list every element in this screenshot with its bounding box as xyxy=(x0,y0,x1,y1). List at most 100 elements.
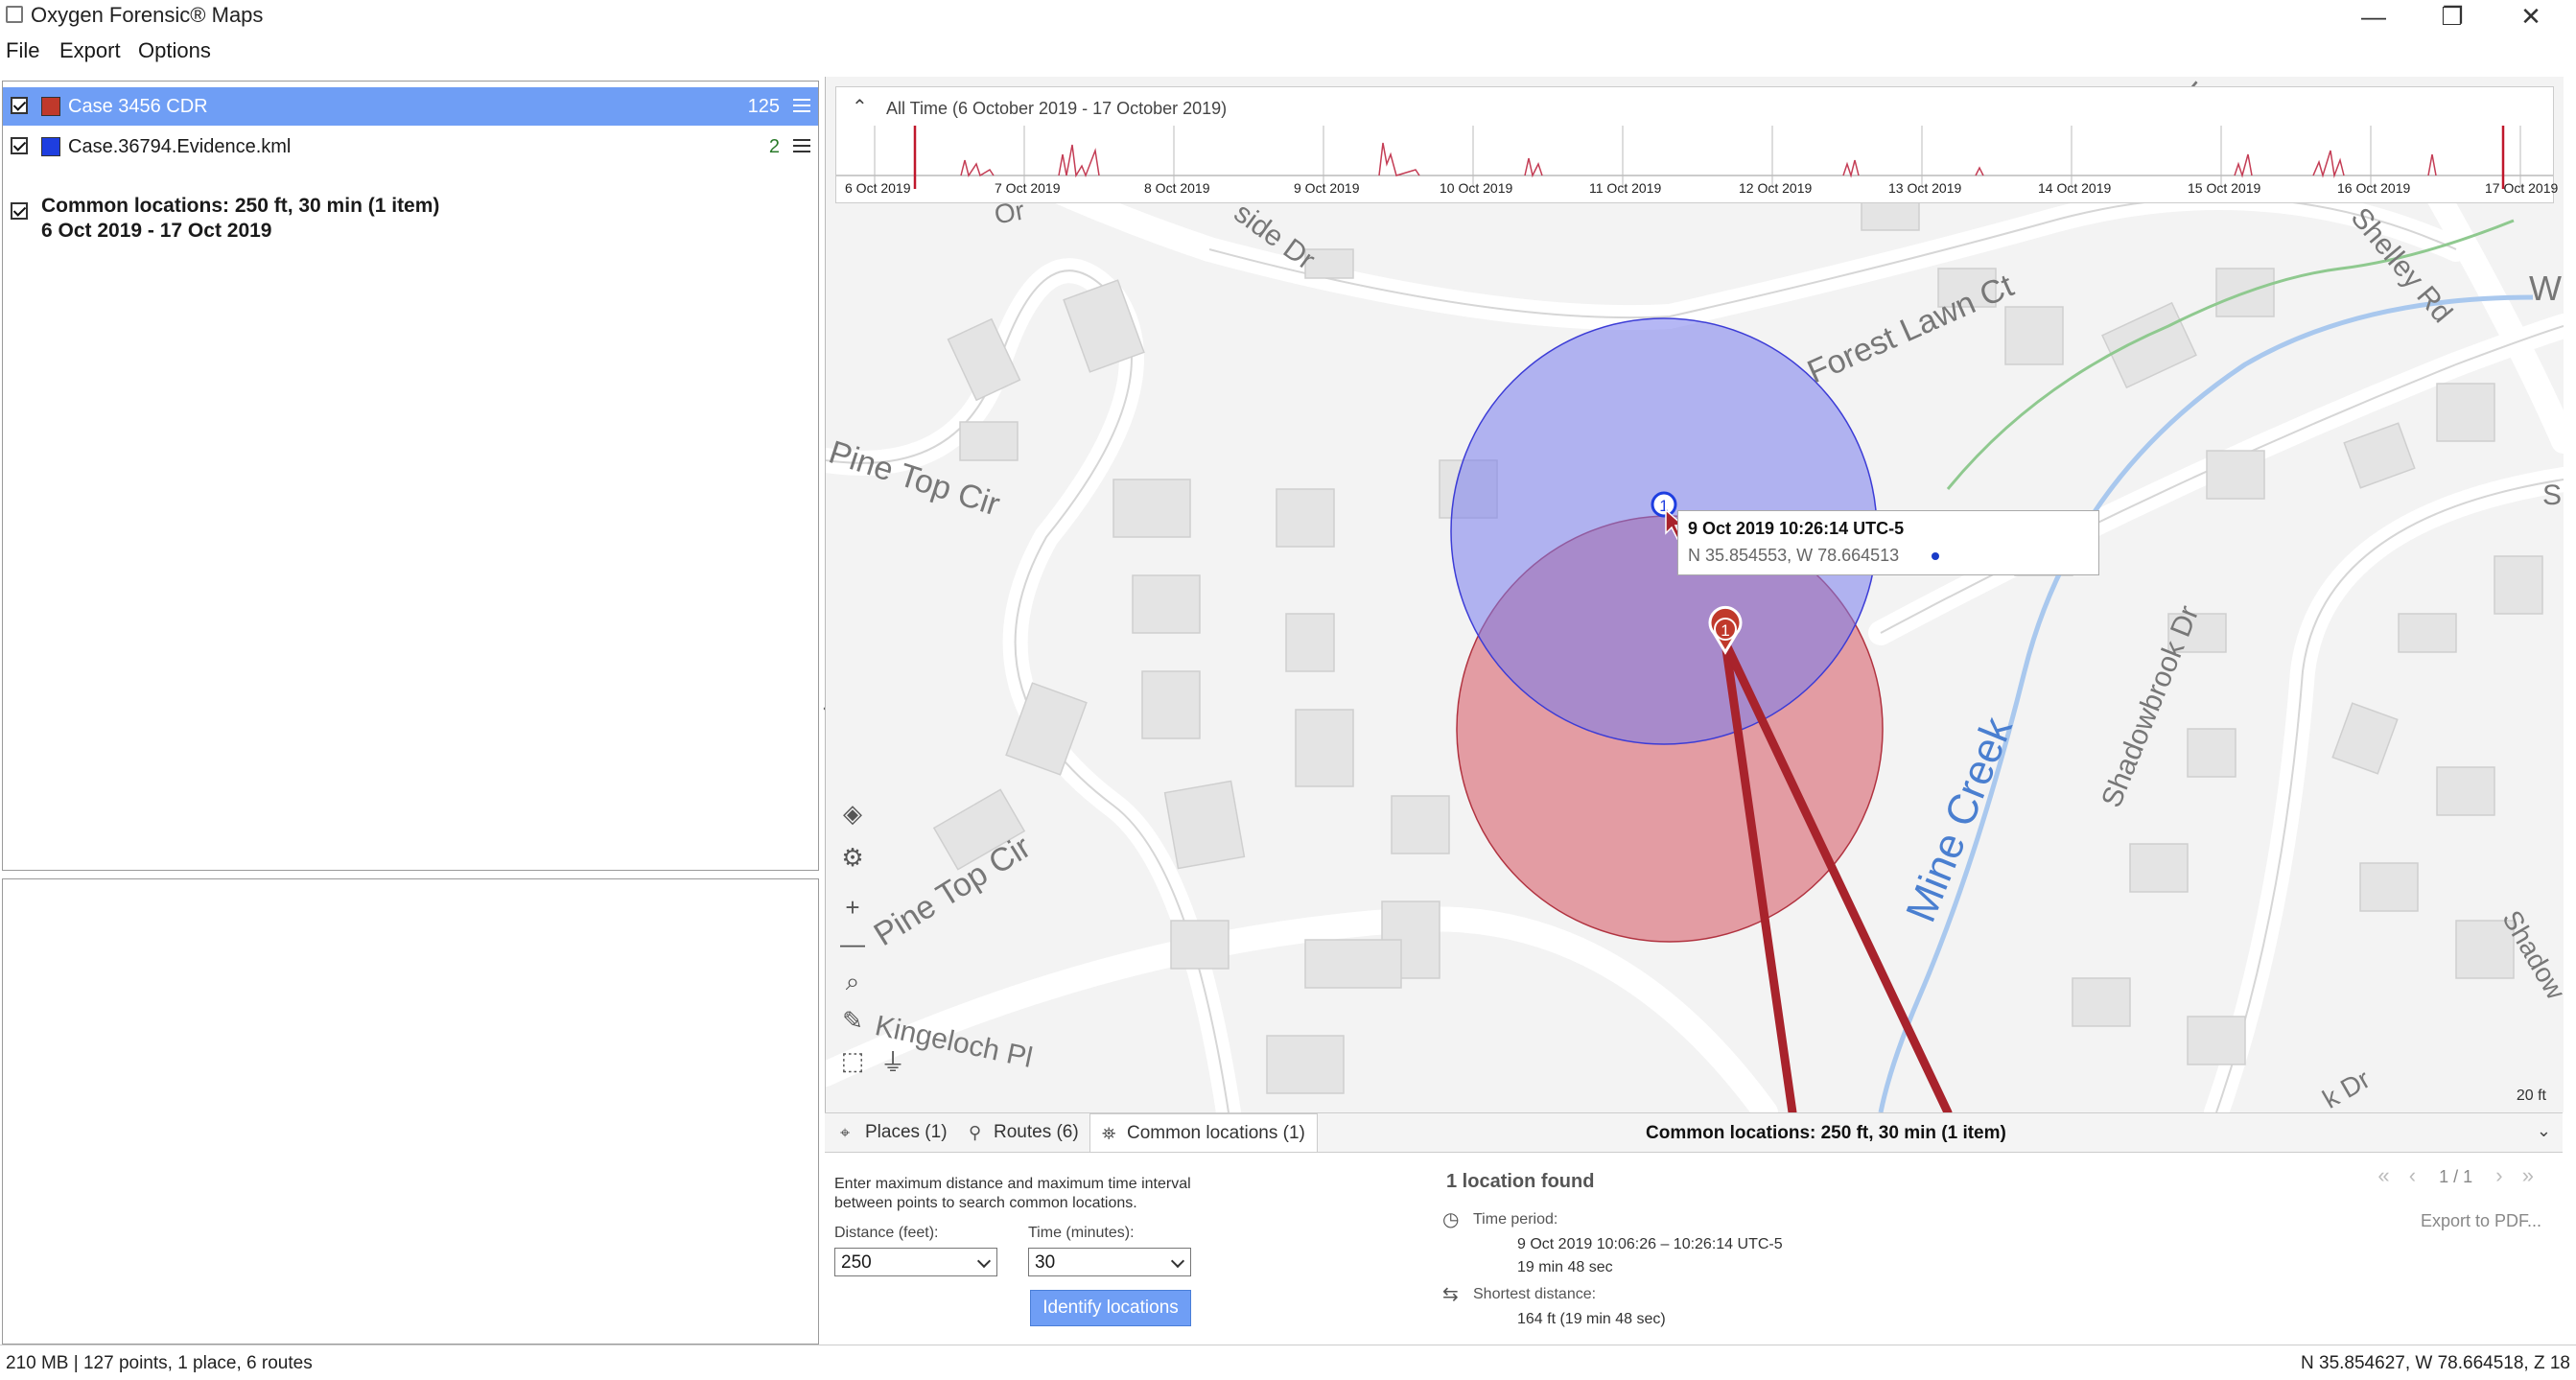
layer-name: Case.36794.Evidence.kml xyxy=(68,136,292,157)
layer-name: Case 3456 CDR xyxy=(68,96,208,117)
timeline-histogram[interactable] xyxy=(836,126,2553,189)
location-tooltip: 9 Oct 2019 10:26:14 UTC-5 N 35.854553, W… xyxy=(1677,510,2099,575)
cursor-coordinates: N 35.854627, W 78.664518, Z 18 xyxy=(2301,1353,2570,1373)
left-pane: Case 3456 CDR 125 Case.36794.Evidence.km… xyxy=(0,77,819,1345)
route-icon: ⚲ xyxy=(969,1123,982,1142)
layer-color-swatch xyxy=(41,97,60,116)
clock-icon: ◷ xyxy=(1442,1209,1460,1230)
distance-value: 250 xyxy=(841,1252,872,1273)
title-bar: Oxygen Forensic® Maps — ❐ ✕ xyxy=(0,0,2576,33)
shortest-distance-label: Shortest distance: xyxy=(1473,1286,1597,1302)
details-pane xyxy=(2,878,819,1345)
timeline-tick: 6 Oct 2019 xyxy=(845,180,911,196)
tooltip-time: 9 Oct 2019 10:26:14 UTC-5 xyxy=(1688,519,1905,538)
ruler-icon[interactable]: ✎ xyxy=(835,1005,870,1036)
tab-common-locations[interactable]: ⛯ Common locations (1) xyxy=(1089,1113,1318,1152)
status-summary: 210 MB | 127 points, 1 place, 6 routes xyxy=(6,1353,313,1373)
layers-icon[interactable]: ◈ xyxy=(835,798,870,829)
minimize-button[interactable]: — xyxy=(2334,0,2413,33)
tooltip-coords: N 35.854553, W 78.664513 xyxy=(1688,546,1900,565)
time-label: Time (minutes): xyxy=(1028,1225,1135,1241)
status-bar: 210 MB | 127 points, 1 place, 6 routes N… xyxy=(0,1345,2576,1380)
list-icon[interactable] xyxy=(793,97,810,114)
map-canvas: 1 1 xyxy=(826,93,2564,1112)
marker-label: 1 xyxy=(1721,621,1729,640)
common-locations-date-range: 6 Oct 2019 - 17 Oct 2019 xyxy=(41,220,272,242)
layer-color-swatch xyxy=(41,137,60,156)
window-title: Oxygen Forensic® Maps xyxy=(31,3,264,27)
timeline-tick: 10 Oct 2019 xyxy=(1440,180,1513,196)
locations-found: 1 location found xyxy=(1446,1171,1595,1192)
next-page-icon[interactable]: › xyxy=(2495,1163,2502,1187)
collapse-timeline-icon[interactable]: ⌃ xyxy=(852,95,868,119)
map-marker-blue[interactable]: 1 xyxy=(1651,491,1677,518)
common-locations-checkbox[interactable] xyxy=(11,202,28,220)
export-pdf-button[interactable]: Export to PDF... xyxy=(2421,1211,2541,1231)
layer-count: 2 xyxy=(768,136,780,157)
menu-options[interactable]: Options xyxy=(138,38,211,63)
results-title: Common locations: 250 ft, 30 min (1 item… xyxy=(1646,1123,2006,1143)
timeline-tick: 17 Oct 2019 xyxy=(2485,180,2559,196)
zoom-out-icon[interactable]: — xyxy=(835,928,870,959)
common-locations-layer[interactable]: Common locations: 250 ft, 30 min (1 item… xyxy=(3,187,818,254)
road-label-w: W xyxy=(2529,269,2562,308)
menu-bar: File Export Options xyxy=(0,35,2576,69)
layer-count: 125 xyxy=(747,96,780,117)
last-page-icon[interactable]: » xyxy=(2522,1163,2534,1187)
tab-label: Common locations (1) xyxy=(1127,1122,1305,1143)
timeline-tick: 11 Oct 2019 xyxy=(1589,180,1662,196)
search-instructions: Enter maximum distance and maximum time … xyxy=(834,1176,1191,1211)
layer-checkbox[interactable] xyxy=(11,97,28,114)
layer-checkbox[interactable] xyxy=(11,137,28,154)
distance-label: Distance (feet): xyxy=(834,1225,939,1241)
prev-page-icon[interactable]: ‹ xyxy=(2409,1163,2416,1187)
timeline-tick: 15 Oct 2019 xyxy=(2188,180,2261,196)
identify-locations-button[interactable]: Identify locations xyxy=(1030,1290,1191,1326)
timeline-tick: 12 Oct 2019 xyxy=(1739,180,1813,196)
chevron-down-icon xyxy=(976,1253,992,1269)
zoom-search-icon[interactable]: ⌕ xyxy=(835,967,870,997)
time-value: 30 xyxy=(1035,1252,1056,1273)
chevron-down-icon xyxy=(1170,1253,1185,1269)
map-scale: 20 ft xyxy=(2516,1088,2546,1104)
time-period-label: Time period: xyxy=(1473,1211,1558,1228)
time-select[interactable]: 30 xyxy=(1028,1248,1191,1276)
menu-file[interactable]: File xyxy=(6,38,39,63)
tab-label: Routes (6) xyxy=(994,1122,1079,1142)
tooltip-dot-icon xyxy=(1932,552,1939,560)
distance-icon: ⇆ xyxy=(1442,1284,1459,1305)
distance-select[interactable]: 250 xyxy=(834,1248,997,1276)
tab-places[interactable]: ⌖ Places (1) xyxy=(829,1113,959,1152)
maximize-button[interactable]: ❐ xyxy=(2413,0,2492,33)
tab-label: Places (1) xyxy=(865,1122,948,1142)
list-icon[interactable] xyxy=(793,137,810,154)
timeline-tick: 14 Oct 2019 xyxy=(2038,180,2112,196)
bottom-panel: ⌖ Places (1) ⚲ Routes (6) ⛯ Common locat… xyxy=(825,1112,2563,1345)
timeline-tick: 16 Oct 2019 xyxy=(2337,180,2411,196)
chevron-down-icon[interactable]: ⌄ xyxy=(2537,1121,2551,1141)
zoom-in-icon[interactable]: + xyxy=(835,892,870,923)
select-area-icon[interactable]: ⬚ xyxy=(835,1045,870,1076)
tab-routes[interactable]: ⚲ Routes (6) xyxy=(957,1113,1090,1152)
common-locations-title: Common locations: 250 ft, 30 min (1 item… xyxy=(41,195,440,217)
app-icon xyxy=(6,6,23,23)
menu-export[interactable]: Export xyxy=(59,38,121,63)
gear-icon[interactable]: ⚙ xyxy=(835,842,870,873)
timeline-panel[interactable]: ⌃ All Time (6 October 2019 - 17 October … xyxy=(835,86,2554,203)
filter-icon[interactable]: ⏚ xyxy=(876,1045,910,1077)
page-indicator: 1 / 1 xyxy=(2439,1167,2473,1186)
timeline-tick: 7 Oct 2019 xyxy=(995,180,1061,196)
first-page-icon[interactable]: « xyxy=(2377,1163,2389,1187)
pager: « ‹ 1 / 1 › » xyxy=(2377,1163,2534,1192)
close-button[interactable]: ✕ xyxy=(2492,0,2570,33)
layer-list: Case 3456 CDR 125 Case.36794.Evidence.km… xyxy=(2,81,819,871)
map-view[interactable]: 1 1 Forest Lawn Ct Pine Top Cir Pine Top… xyxy=(825,77,2564,1112)
layer-row-evidence-kml[interactable]: Case.36794.Evidence.kml 2 xyxy=(3,128,818,166)
common-locations-icon: ⛯ xyxy=(1102,1123,1116,1143)
shortest-distance-value: 164 ft (19 min 48 sec) xyxy=(1517,1311,1666,1327)
layer-row-case-cdr[interactable]: Case 3456 CDR 125 xyxy=(3,87,818,126)
timeline-range-label: All Time (6 October 2019 - 17 October 20… xyxy=(886,99,1228,118)
timeline-tick: 8 Oct 2019 xyxy=(1144,180,1210,196)
time-period-value: 9 Oct 2019 10:06:26 – 10:26:14 UTC-5 xyxy=(1517,1236,1783,1252)
timeline-tick: 13 Oct 2019 xyxy=(1888,180,1962,196)
